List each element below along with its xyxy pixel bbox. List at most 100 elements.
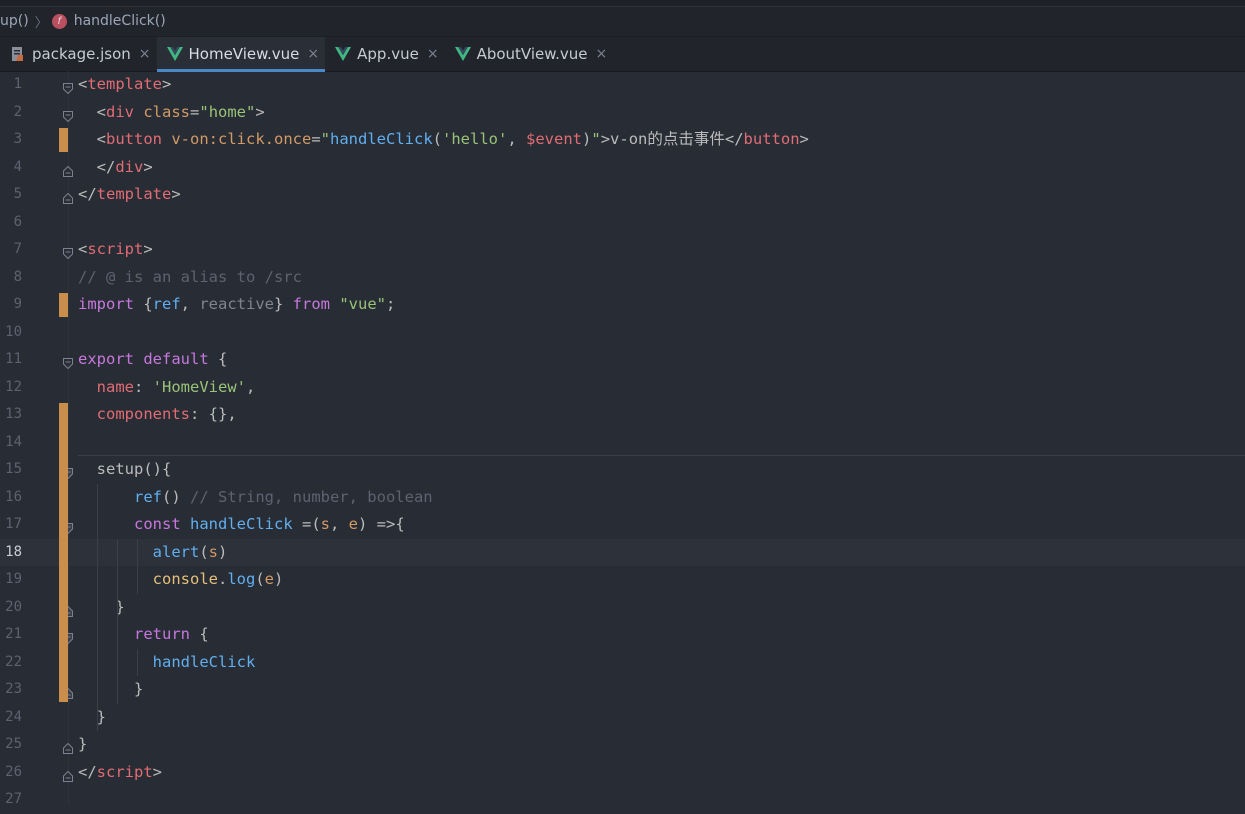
code-token: = <box>311 130 321 148</box>
code-line[interactable]: 9 import {ref, reactive} from "vue"; <box>0 291 1245 319</box>
breadcrumb-parent[interactable]: up() <box>0 13 29 29</box>
code-text: handleClick <box>78 649 256 677</box>
line-number: 7 <box>13 241 22 257</box>
code-token: < <box>78 75 88 93</box>
code-line[interactable]: 20 } <box>0 594 1245 622</box>
code-text: setup(){ <box>78 456 172 484</box>
line-number: 9 <box>13 296 22 312</box>
tab-homeview-vue[interactable]: HomeView.vue × <box>156 37 326 72</box>
code-text: <div class="home"> <box>78 99 265 127</box>
code-token: ( <box>255 570 265 588</box>
vue-file-icon <box>454 47 471 61</box>
window-top-strip <box>0 0 1245 7</box>
code-editor[interactable]: 1 <template> 2 <div class="home"> 3 <button… <box>0 71 1245 807</box>
close-icon[interactable]: × <box>307 46 319 62</box>
code-line[interactable]: 15 setup(){ <box>0 456 1245 484</box>
code-line[interactable]: 3 <button v-on:click.once="handleClick('… <box>0 126 1245 154</box>
line-number: 10 <box>5 323 22 340</box>
code-token: ref <box>134 487 162 506</box>
fold-close-icon[interactable] <box>63 189 73 204</box>
code-token: ) <box>274 570 284 588</box>
code-line[interactable]: 16 ref() // String, number, boolean <box>0 484 1245 512</box>
line-number: 4 <box>13 158 22 175</box>
line-number: 19 <box>5 571 22 587</box>
tab-aboutview-vue[interactable]: AboutView.vue × <box>445 37 614 71</box>
fold-close-icon[interactable] <box>63 767 73 782</box>
code-text: </div> <box>78 154 153 182</box>
code-line[interactable]: 24 } <box>0 704 1245 732</box>
code-line[interactable]: 10 <box>0 319 1245 347</box>
close-icon[interactable]: × <box>596 46 608 62</box>
code-text: import {ref, reactive} from "vue"; <box>78 291 395 319</box>
code-text: } <box>78 731 87 759</box>
code-token: const <box>134 515 190 533</box>
fold-open-icon[interactable] <box>63 244 73 260</box>
close-icon[interactable]: × <box>427 46 439 62</box>
vcs-change-marker[interactable] <box>59 293 68 317</box>
code-token: template <box>87 75 162 93</box>
code-text: </template> <box>78 181 181 209</box>
code-text: } <box>78 676 143 704</box>
code-token: ( <box>432 130 443 148</box>
code-line[interactable]: 23 } <box>0 676 1245 704</box>
code-line[interactable]: 27 <box>0 786 1245 814</box>
code-text: ref() // String, number, boolean <box>78 484 433 512</box>
code-line[interactable]: 25} <box>0 731 1245 759</box>
line-number: 5 <box>13 186 22 202</box>
line-number: 27 <box>5 791 22 807</box>
code-line[interactable]: 13 components: {}, <box>0 401 1245 429</box>
indent-guide <box>97 483 98 731</box>
vcs-change-marker[interactable] <box>59 128 68 152</box>
fold-open-icon[interactable] <box>63 79 73 95</box>
code-token: } <box>78 735 88 753</box>
code-text: alert(s) <box>78 539 228 567</box>
fold-close-icon[interactable] <box>63 162 73 177</box>
code-token: s <box>208 542 219 561</box>
code-token: = <box>190 102 200 121</box>
code-token: =( <box>301 515 321 533</box>
code-line[interactable]: 22 handleClick <box>0 649 1245 677</box>
code-token: from <box>292 295 340 313</box>
code-line[interactable]: 5 </template> <box>0 181 1245 209</box>
tab-app-vue[interactable]: App.vue × <box>325 37 444 71</box>
line-number: 16 <box>5 488 22 505</box>
code-line[interactable]: 6 <box>0 209 1245 237</box>
code-token: < <box>78 240 88 258</box>
code-line[interactable]: 7 <script> <box>0 236 1245 264</box>
breadcrumb-current[interactable]: handleClick() <box>74 13 166 29</box>
code-token: 'hello' <box>442 130 508 148</box>
code-line[interactable]: 21 return { <box>0 621 1245 649</box>
code-token: handleClick <box>152 652 256 671</box>
line-number: 13 <box>5 406 22 422</box>
code-line[interactable]: 11 export default { <box>0 346 1245 374</box>
code-text: // @ is an alias to /src <box>78 264 302 292</box>
fold-open-icon[interactable] <box>63 354 73 370</box>
close-icon[interactable]: × <box>139 46 151 62</box>
code-line[interactable]: 14 <box>0 429 1245 457</box>
code-line[interactable]: 1 <template> <box>0 71 1245 99</box>
code-line[interactable]: 12 name: 'HomeView', <box>0 374 1245 402</box>
code-token: setup(){ <box>96 460 172 478</box>
code-token: name <box>96 377 134 396</box>
code-token: components <box>96 405 190 423</box>
fold-close-icon[interactable] <box>63 739 73 754</box>
code-line[interactable]: 19 console.log(e) <box>0 566 1245 594</box>
line-number: 3 <box>13 131 22 147</box>
code-line[interactable]: 26 </script> <box>0 759 1245 787</box>
code-line[interactable]: 8 // @ is an alias to /src <box>0 264 1245 292</box>
code-token: script <box>96 762 153 781</box>
code-line[interactable]: 18 alert(s) <box>0 538 1245 567</box>
line-number: 12 <box>5 378 22 395</box>
vcs-change-marker[interactable] <box>59 403 68 702</box>
fold-open-icon[interactable] <box>63 107 73 122</box>
code-line[interactable]: 2 <div class="home"> <box>0 99 1245 127</box>
code-line[interactable]: 4 </div> <box>0 154 1245 182</box>
code-token: } <box>274 295 293 313</box>
code-line[interactable]: 17 const handleClick =(s, e) =>{ <box>0 511 1245 539</box>
tab-package-json[interactable]: package.json × <box>0 37 157 71</box>
code-token: 'HomeView' <box>152 377 246 396</box>
